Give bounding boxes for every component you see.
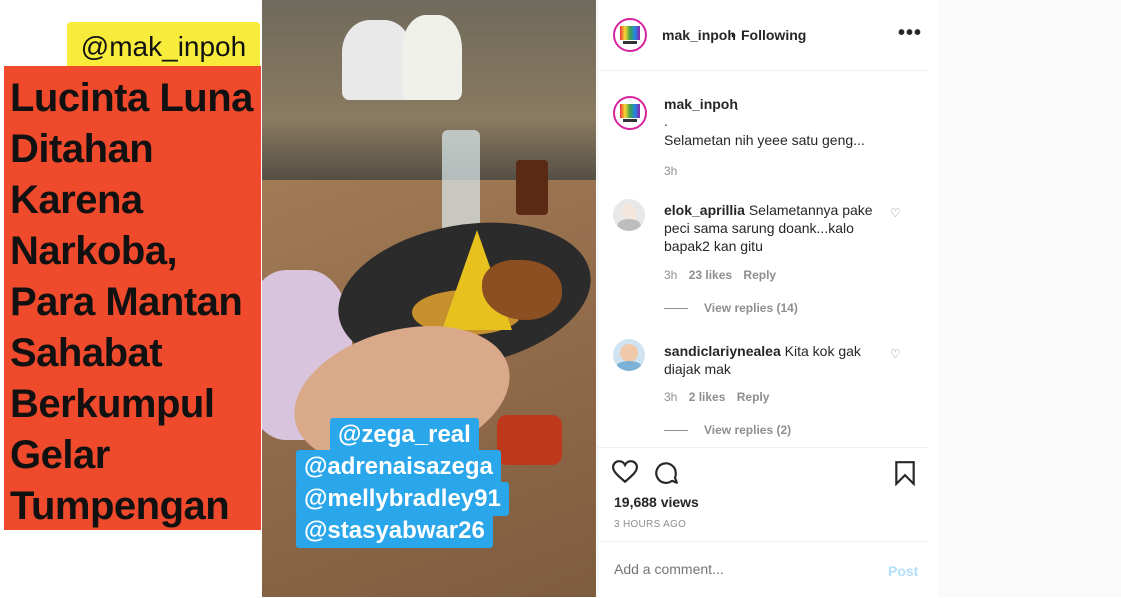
like-comment-icon[interactable]: ♡ [890,206,901,220]
post-actions: 19,688 views 3 HOURS AGO [598,447,929,543]
headline-line: Gelar [10,433,110,477]
comment-likes[interactable]: 23 likes [689,268,732,282]
like-comment-icon[interactable]: ♡ [890,347,901,361]
comment-username[interactable]: elok_aprillia [664,202,745,218]
caption-second-line: . [664,113,668,129]
replies-line [664,430,688,431]
comment-meta: 3h 23 likes Reply [664,268,776,282]
comment-body: sandiclariynealea Kita kok gak diajak ma… [664,342,879,378]
avatar-logo [620,26,640,40]
avatar-logo [620,104,640,118]
following-button[interactable]: Following [741,27,806,43]
post-media[interactable]: @mak_inpoh Lucinta Luna Ditahan Karena N… [0,0,597,597]
mention-tag[interactable]: @adrenaisazega [296,450,501,484]
page-background [938,0,1121,597]
caption-username[interactable]: mak_inpoh [664,96,738,112]
comment-body: elok_aprillia Selametannya pake peci sam… [664,201,879,255]
view-replies-button[interactable]: View replies (14) [704,301,798,315]
comment-icon[interactable] [653,460,679,486]
commenter-avatar[interactable] [613,199,645,231]
headline-line: Tumpengan [10,484,230,528]
background-person [402,15,462,100]
headline-line: Sahabat [10,331,163,375]
headline-line: Lucinta Luna [10,76,253,120]
add-comment-bar: Post [598,541,929,598]
handle-tag: @mak_inpoh [67,22,260,72]
sambal-bowl [497,415,562,465]
caption-time[interactable]: 3h [664,164,677,178]
caption-text: Selametan nih yeee satu geng... [664,132,865,148]
headline-line: Berkumpul [10,382,215,426]
comment-meta: 3h 2 likes Reply [664,390,769,404]
headline-line: Narkoba, [10,229,178,273]
reply-button[interactable]: Reply [743,268,776,282]
mention-tag[interactable]: @zega_real [330,418,479,452]
headline-line: Ditahan [10,127,154,171]
mention-tag[interactable]: @stasyabwar26 [296,514,493,548]
mention-tag[interactable]: @mellybradley91 [296,482,509,516]
comment-username[interactable]: sandiclariynealea [664,343,781,359]
post-timestamp[interactable]: 3 HOURS AGO [614,519,686,530]
reply-button[interactable]: Reply [737,390,770,404]
heart-icon[interactable] [612,460,638,484]
avatar[interactable] [613,18,647,52]
view-count[interactable]: 19,688 views [614,494,699,510]
drink-glass [516,160,548,215]
post-sidebar: mak_inpoh • Following ••• mak_inpoh . . … [597,0,939,597]
headline-line: Para Mantan [10,280,243,324]
comment-likes[interactable]: 2 likes [689,390,726,404]
comment-time[interactable]: 3h [664,390,677,404]
comment-time[interactable]: 3h [664,268,677,282]
headline-box: Lucinta Luna Ditahan Karena Narkoba, Par… [4,66,261,530]
more-options-icon[interactable]: ••• [898,22,922,45]
caption-first-line: . [735,97,739,113]
replies-line [664,308,688,309]
view-replies-button[interactable]: View replies (2) [704,423,791,437]
bookmark-icon[interactable] [894,460,916,486]
separator-dot: • [731,27,736,43]
post-comment-button[interactable]: Post [888,563,918,579]
avatar[interactable] [613,96,647,130]
comment-input[interactable] [612,560,866,578]
post-header: mak_inpoh • Following ••• [598,0,929,71]
commenter-avatar[interactable] [613,339,645,371]
headline-line: Karena [10,178,143,222]
header-username[interactable]: mak_inpoh [662,27,736,43]
